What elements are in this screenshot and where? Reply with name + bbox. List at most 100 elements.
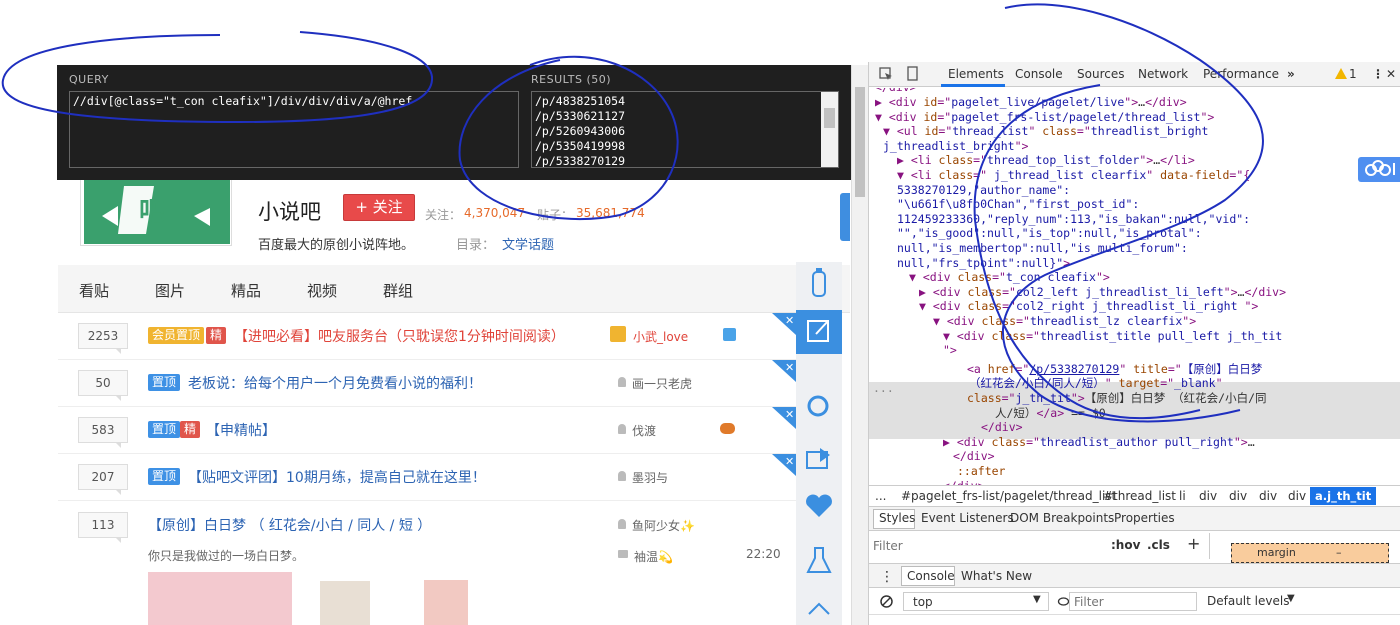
more-tabs-button[interactable]: »: [1287, 67, 1295, 81]
breadcrumb-item[interactable]: #thread_list: [1103, 489, 1176, 503]
lab-button[interactable]: [796, 540, 842, 584]
log-levels-dropdown[interactable]: Default levels: [1207, 594, 1289, 608]
dom-node-line[interactable]: 5338270129,"author_name":: [897, 183, 1070, 198]
thread-author[interactable]: 画一只老虎: [632, 375, 692, 392]
thread-title[interactable]: 【申精帖】: [206, 420, 276, 440]
close-icon[interactable]: ✕: [772, 313, 796, 335]
thread-title[interactable]: 【原创】白日梦 （ 红花会/小白 / 同人 / 短 ）: [148, 515, 431, 535]
dom-node-line[interactable]: ▼ <div class="t_con cleafix">: [909, 270, 1110, 285]
results-list[interactable]: /p/4838251054 /p/5330621127 /p/526094300…: [531, 91, 839, 168]
console-filter-input[interactable]: [1069, 592, 1197, 611]
favorite-button[interactable]: [796, 484, 842, 528]
tab-performance[interactable]: Performance: [1203, 67, 1279, 81]
thread-author[interactable]: 鱼阿少女✨: [632, 517, 695, 534]
cloud-extension-button[interactable]: [1358, 157, 1400, 182]
device-toolbar-icon[interactable]: [905, 66, 919, 81]
dom-node-line[interactable]: ▶ <div id="pagelet_live/pagelet/live">…<…: [875, 95, 1187, 110]
follow-button[interactable]: + 关注: [343, 194, 415, 221]
tab-posts[interactable]: 看贴: [79, 280, 109, 301]
dom-tree[interactable]: </div> ··· ▶ <div id="pagelet_live/pagel…: [869, 88, 1400, 486]
thread-title[interactable]: 老板说：给每个用户一个月免费看小说的福利！: [188, 373, 482, 393]
box-model-diagram[interactable]: margin –: [1231, 543, 1389, 563]
tab-dom-breakpoints[interactable]: DOM Breakpoints: [1010, 511, 1114, 525]
dom-node-line[interactable]: ▼ <div class="threadlist_title pull_left…: [943, 329, 1282, 344]
dom-node-line[interactable]: （红花会/小白/同人/短）" target="_blank": [969, 376, 1223, 391]
dom-node-line[interactable]: </div>: [953, 449, 995, 464]
page-scrollbar[interactable]: [851, 65, 868, 625]
dom-node-line[interactable]: class="j_th_tit">【原创】白日梦 （红花会/小白/同: [967, 391, 1267, 406]
thread-thumbnail[interactable]: [148, 572, 292, 625]
drawer-tab-console[interactable]: Console: [907, 569, 955, 583]
tab-properties[interactable]: Properties: [1114, 511, 1175, 525]
thread-thumbnail[interactable]: [424, 580, 468, 625]
sign-in-button-edge[interactable]: [840, 193, 850, 241]
close-devtools-icon[interactable]: ✕: [1386, 67, 1396, 81]
breadcrumb-item[interactable]: ...: [875, 489, 886, 503]
breadcrumb-item[interactable]: div: [1229, 489, 1247, 503]
dom-node-line[interactable]: 人/短）</a> == $0: [995, 406, 1106, 421]
inspect-element-icon[interactable]: [879, 67, 893, 81]
close-icon[interactable]: ✕: [772, 454, 796, 476]
breadcrumb-item[interactable]: li: [1179, 489, 1186, 503]
tab-sources[interactable]: Sources: [1077, 67, 1124, 81]
dom-node-line[interactable]: ▶ <div class="col2_left j_threadlist_li_…: [919, 285, 1286, 300]
dom-node-line[interactable]: ::after: [957, 464, 1005, 479]
drawer-menu-icon[interactable]: ⋮: [880, 569, 894, 585]
dom-node-line[interactable]: null,"frs_tpoint":null}">: [897, 256, 1070, 271]
tab-network[interactable]: Network: [1138, 67, 1188, 81]
dom-node-line[interactable]: ▶ <div class="threadlist_author pull_rig…: [943, 435, 1255, 450]
write-post-button[interactable]: [796, 310, 842, 354]
tab-groups[interactable]: 群组: [383, 280, 413, 301]
hover-state-toggle[interactable]: :hov: [1111, 538, 1140, 552]
results-scrollbar[interactable]: [821, 92, 838, 167]
thread-author[interactable]: 小武_love: [633, 328, 688, 345]
dom-node-line[interactable]: ">: [943, 343, 957, 358]
dom-node-line[interactable]: ▼ <div class="col2_right j_threadlist_li…: [919, 299, 1258, 314]
breadcrumb-item[interactable]: #pagelet_frs-list/pagelet/thread_list: [901, 489, 1116, 503]
tab-console[interactable]: Console: [1015, 67, 1063, 81]
tab-elements[interactable]: Elements: [948, 67, 1004, 81]
refresh-button[interactable]: [796, 384, 842, 428]
breadcrumb-item[interactable]: div: [1259, 489, 1277, 503]
clear-console-icon[interactable]: [880, 595, 893, 608]
warning-count[interactable]: 1: [1349, 67, 1357, 81]
tab-styles[interactable]: Styles: [879, 511, 915, 525]
back-to-top-button[interactable]: [796, 588, 842, 625]
thread-thumbnail[interactable]: [320, 581, 370, 625]
tab-event-listeners[interactable]: Event Listeners: [921, 511, 1014, 525]
close-icon[interactable]: ✕: [772, 360, 796, 382]
thread-title[interactable]: 【进吧必看】吧友服务台（只耽误您1分钟时间阅读）: [234, 326, 565, 346]
forum-logo[interactable]: 吧: [80, 172, 232, 246]
dom-node-line[interactable]: ▼ <div id="pagelet_frs-list/pagelet/thre…: [875, 110, 1214, 125]
dom-node-line[interactable]: "\u661f\u8fb0Chan","first_post_id":: [897, 197, 1139, 212]
dom-node-line[interactable]: null,"is_membertop":null,"is_multi_forum…: [897, 241, 1188, 256]
context-selector[interactable]: top: [913, 595, 933, 609]
drawer-tab-whats-new[interactable]: What's New: [961, 569, 1032, 583]
thread-author[interactable]: 伐渡: [632, 422, 656, 439]
bottle-button[interactable]: [796, 262, 842, 306]
thread-row[interactable]: 50 置顶 老板说：给每个用户一个月免费看小说的福利！ 画一只老虎: [58, 360, 800, 407]
dom-node-line[interactable]: ▼ <li class=" j_thread_list clearfix" da…: [897, 168, 1250, 183]
breadcrumb-item[interactable]: div: [1288, 489, 1306, 503]
thread-row[interactable]: 583 置顶 精 【申精帖】 伐渡: [58, 407, 800, 454]
dom-node-line[interactable]: 112459233360,"reply_num":113,"is_bakan":…: [897, 212, 1250, 227]
thread-row[interactable]: 207 置顶 【贴吧文评团】10期月练，提高自己就在这里！ 墨羽与: [58, 454, 800, 501]
node-ellipsis[interactable]: ···: [873, 384, 894, 398]
breadcrumb-active[interactable]: a.j_th_tit: [1310, 487, 1377, 505]
close-icon[interactable]: ✕: [772, 407, 796, 429]
new-style-rule-button[interactable]: +: [1187, 534, 1200, 553]
dom-node-line[interactable]: ▼ <div class="threadlist_lz clearfix">: [933, 314, 1196, 329]
last-reply-author[interactable]: 袖温💫: [634, 548, 673, 565]
tab-videos[interactable]: 视频: [307, 280, 337, 301]
devtools-menu-icon[interactable]: ⋮: [1372, 67, 1384, 81]
dom-node-line[interactable]: </div>: [981, 420, 1023, 435]
query-input[interactable]: //div[@class="t_con cleafix"]/div/div/di…: [69, 91, 519, 168]
dom-node-line[interactable]: ▶ <li class="thread_top_list_folder">…</…: [897, 153, 1195, 168]
catalog-link[interactable]: 文学话题: [502, 234, 554, 253]
styles-filter-input[interactable]: [873, 536, 1093, 556]
dom-node-line[interactable]: j_threadlist_bright">: [883, 139, 1028, 154]
thread-row[interactable]: 2253 会员置顶 精 【进吧必看】吧友服务台（只耽误您1分钟时间阅读） 小武_…: [58, 313, 800, 360]
thread-title[interactable]: 【贴吧文评团】10期月练，提高自己就在这里！: [188, 467, 486, 487]
tab-images[interactable]: 图片: [155, 280, 185, 301]
thread-author[interactable]: 墨羽与: [632, 469, 668, 486]
